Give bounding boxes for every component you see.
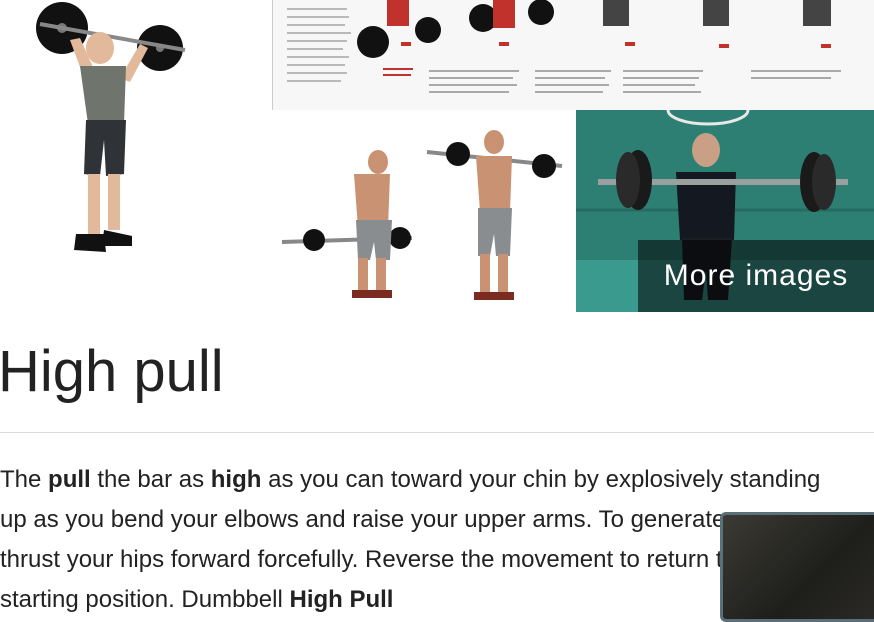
desc-highlight: High Pull bbox=[289, 586, 394, 613]
image-tile-2[interactable] bbox=[272, 0, 874, 110]
desc-segment: the bar as bbox=[90, 466, 211, 493]
desc-highlight: high bbox=[210, 466, 262, 493]
description-text: The pull the bar as high as you can towa… bbox=[0, 460, 840, 620]
divider bbox=[0, 432, 874, 433]
video-thumbnail[interactable] bbox=[720, 512, 874, 622]
lifter-illustration-2 bbox=[281, 130, 563, 300]
image-tile-3[interactable] bbox=[272, 110, 576, 312]
instruction-sheet bbox=[273, 0, 874, 110]
image-tile-1[interactable] bbox=[0, 0, 272, 312]
desc-highlight: pull bbox=[48, 466, 91, 493]
desc-segment: The bbox=[0, 466, 49, 493]
more-images-label: More images bbox=[663, 259, 849, 292]
page-title: High pull bbox=[0, 339, 224, 404]
more-images-button[interactable]: More images bbox=[638, 240, 874, 312]
lifter-illustration-1 bbox=[36, 2, 186, 252]
